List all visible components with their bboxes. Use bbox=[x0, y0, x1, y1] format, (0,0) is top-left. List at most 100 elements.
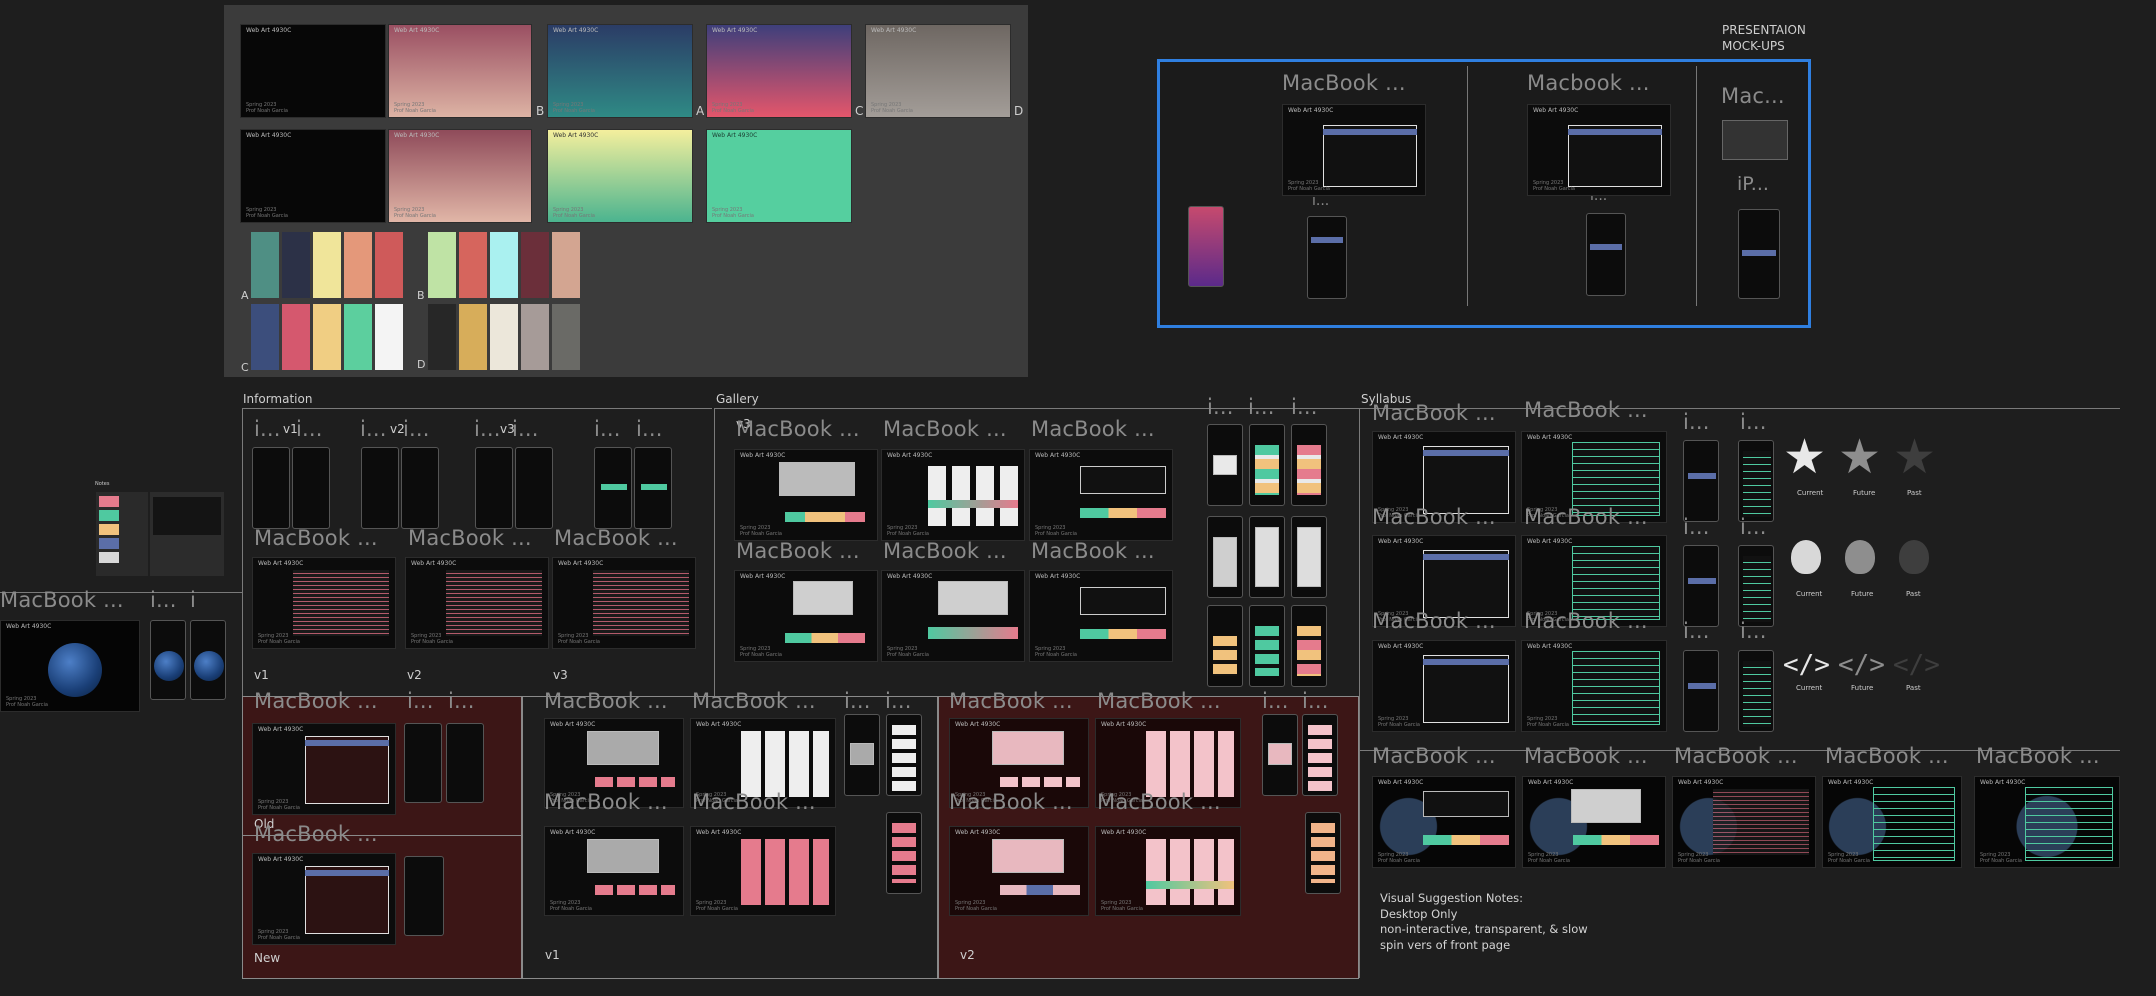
thumb-stack bbox=[1297, 445, 1321, 495]
v2-desktop-4[interactable]: Web Art 4930C Spring 2023 Prof Noah Garc… bbox=[1095, 826, 1241, 916]
syllabus-desktop-5[interactable]: Web Art 4930C Spring 2023 Prof Noah Garc… bbox=[1372, 640, 1516, 732]
syllabus-phone[interactable] bbox=[1738, 440, 1774, 522]
old-phone[interactable] bbox=[404, 723, 442, 803]
earth-desktop-text[interactable]: Web Art 4930C Spring 2023 Prof Noah Garc… bbox=[1672, 776, 1816, 868]
thumb-row bbox=[1000, 777, 1080, 787]
frame-footer: Spring 2023 Prof Noah Garcia bbox=[712, 207, 754, 219]
gallery-phone[interactable] bbox=[1249, 424, 1285, 506]
macbook-label: MacBook ... bbox=[1674, 744, 1798, 768]
old-phone[interactable] bbox=[446, 723, 484, 803]
gallery-phone[interactable] bbox=[1291, 605, 1327, 687]
gallery-phone[interactable] bbox=[1291, 424, 1327, 506]
info-desktop-v3[interactable]: Web Art 4930C Spring 2023 Prof Noah Garc… bbox=[552, 557, 696, 649]
frame-title: Web Art 4930C bbox=[1527, 434, 1573, 441]
table-rows bbox=[1572, 651, 1660, 725]
syllabus-phone[interactable] bbox=[1683, 440, 1719, 522]
notes-preview[interactable] bbox=[152, 496, 222, 536]
v1-desktop-4[interactable]: Web Art 4930C Spring 2023 Prof Noah Garc… bbox=[690, 826, 836, 916]
info-phone-screen[interactable] bbox=[475, 447, 513, 529]
legend-current: Current bbox=[1796, 684, 1823, 692]
earth-phone-screen[interactable] bbox=[150, 620, 186, 700]
text-block bbox=[293, 570, 389, 636]
gallery-phone[interactable] bbox=[1249, 605, 1285, 687]
earth-desktop-syllabus[interactable]: Web Art 4930C Spring 2023 Prof Noah Garc… bbox=[1822, 776, 1962, 868]
gallery-desktop-4[interactable]: Web Art 4930C Spring 2023 Prof Noah Garc… bbox=[734, 570, 878, 662]
gradient-variant-black-2[interactable]: Web Art 4930C Spring 2023 Prof Noah Garci… bbox=[240, 129, 386, 223]
earth-phone-screen[interactable] bbox=[190, 620, 226, 700]
phone-screen[interactable] bbox=[1738, 209, 1780, 299]
info-desktop-v1[interactable]: Web Art 4930C Spring 2023 Prof Noah Garc… bbox=[252, 557, 396, 649]
frame-footer: Spring 2023 Prof Noah Garcia bbox=[1035, 646, 1077, 658]
gradient-variant-rose-2[interactable]: Web Art 4930C Spring 2023 Prof Noah Garci… bbox=[388, 129, 532, 223]
gallery-desktop-1[interactable]: Web Art 4930C Spring 2023 Prof Noah Garc… bbox=[734, 449, 878, 541]
v1-phone[interactable] bbox=[844, 714, 880, 796]
info-phone-screen[interactable] bbox=[401, 447, 439, 529]
v1-phone[interactable] bbox=[886, 812, 922, 894]
phone-screen[interactable] bbox=[1586, 213, 1626, 296]
info-phone-screen[interactable] bbox=[634, 447, 672, 529]
mockup-desktop-screen[interactable]: Web Art 4930C Spring 2023 Prof Noah Garc… bbox=[1282, 104, 1426, 196]
earth-desktop-info[interactable]: Web Art 4930C Spring 2023 Prof Noah Garc… bbox=[1372, 776, 1516, 868]
earth-desktop-syllabus-2[interactable]: Web Art 4930C Spring 2023 Prof Noah Garc… bbox=[1974, 776, 2120, 868]
presentation-selection[interactable] bbox=[1157, 59, 1811, 328]
gradient-variant-teal[interactable]: Web Art 4930C Spring 2023 Prof Noah Garci… bbox=[547, 24, 693, 118]
gradient-variant-lemon[interactable]: Web Art 4930C Spring 2023 Prof Noah Garci… bbox=[547, 129, 693, 223]
gradient-variant-sunset[interactable]: Web Art 4930C Spring 2023 Prof Noah Garci… bbox=[706, 24, 852, 118]
syllabus-phone[interactable] bbox=[1683, 545, 1719, 627]
info-phone-screen[interactable] bbox=[594, 447, 632, 529]
phone-screen[interactable] bbox=[1307, 216, 1347, 299]
syllabus-phone[interactable] bbox=[1738, 650, 1774, 732]
iphone-mockup[interactable] bbox=[1188, 206, 1224, 287]
visual-notes-line: Desktop Only bbox=[1380, 906, 1458, 921]
info-desktop-v2[interactable]: Web Art 4930C Spring 2023 Prof Noah Garc… bbox=[405, 557, 549, 649]
gallery-desktop-5[interactable]: Web Art 4930C Spring 2023 Prof Noah Garc… bbox=[881, 570, 1025, 662]
gallery-phone[interactable] bbox=[1207, 424, 1243, 506]
old-desktop-screen[interactable]: Web Art 4930C Spring 2023 Prof Noah Garc… bbox=[252, 723, 396, 815]
laptop-mockup[interactable] bbox=[1722, 120, 1788, 160]
v1-desktop-3[interactable]: Web Art 4930C Spring 2023 Prof Noah Garc… bbox=[544, 826, 684, 916]
info-phone-screen[interactable] bbox=[515, 447, 553, 529]
code-icon-current: </> bbox=[1783, 650, 1830, 680]
gradient-variant-taupe[interactable]: Web Art 4930C Spring 2023 Prof Noah Garci… bbox=[865, 24, 1011, 118]
v2-desktop-3[interactable]: Web Art 4930C Spring 2023 Prof Noah Garc… bbox=[949, 826, 1089, 916]
gallery-desktop-3[interactable]: Web Art 4930C Spring 2023 Prof Noah Garc… bbox=[1029, 449, 1173, 541]
macbook-label: MacBook ... bbox=[1524, 609, 1648, 633]
frame-title: Web Art 4930C bbox=[696, 829, 742, 836]
new-phone[interactable] bbox=[404, 856, 444, 936]
frame-footer: Spring 2023 Prof Noah Garcia bbox=[1533, 180, 1575, 192]
syllabus-phone[interactable] bbox=[1738, 545, 1774, 627]
v1-phone[interactable] bbox=[886, 714, 922, 796]
info-phone-screen[interactable] bbox=[252, 447, 290, 529]
new-desktop-screen[interactable]: Web Art 4930C Spring 2023 Prof Noah Garc… bbox=[252, 853, 396, 945]
frame-title: Web Art 4930C bbox=[258, 856, 304, 863]
design-canvas[interactable]: Web Art 4930C Spring 2023 Prof Noah Garci… bbox=[0, 0, 2156, 996]
gradient-variant-black[interactable]: Web Art 4930C Spring 2023 Prof Noah Garci… bbox=[240, 24, 386, 118]
macbook-label: MacBook ... bbox=[1031, 417, 1155, 441]
info-phone-screen[interactable] bbox=[361, 447, 399, 529]
syllabus-desktop-6[interactable]: Web Art 4930C Spring 2023 Prof Noah Garc… bbox=[1521, 640, 1667, 732]
gallery-phone[interactable] bbox=[1207, 516, 1243, 598]
gallery-phone[interactable] bbox=[1291, 516, 1327, 598]
v2-phone[interactable] bbox=[1262, 714, 1298, 796]
gallery-desktop-6[interactable]: Web Art 4930C Spring 2023 Prof Noah Garc… bbox=[1029, 570, 1173, 662]
gradient-variant-mint[interactable]: Web Art 4930C Spring 2023 Prof Noah Garci… bbox=[706, 129, 852, 223]
gallery-phone[interactable] bbox=[1249, 516, 1285, 598]
syllabus-phone[interactable] bbox=[1683, 650, 1719, 732]
gradient-variant-rose[interactable]: Web Art 4930C Spring 2023 Prof Noah Garci… bbox=[388, 24, 532, 118]
gallery-lightbox bbox=[992, 731, 1064, 765]
frame-footer: Spring 2023 Prof Noah Garcia bbox=[887, 525, 929, 537]
gallery-phone[interactable] bbox=[1207, 605, 1243, 687]
macbook-label: MacBook ... bbox=[1372, 744, 1496, 768]
earth-desktop-screen[interactable]: Web Art 4930C Spring 2023 Prof Noah Garc… bbox=[0, 620, 140, 712]
v2-phone[interactable] bbox=[1305, 812, 1341, 894]
mockup-desktop-screen[interactable]: Web Art 4930C Spring 2023 Prof Noah Garc… bbox=[1527, 104, 1671, 196]
thumb-row bbox=[1573, 835, 1659, 845]
macbook-label: MacBook ... bbox=[1976, 744, 2100, 768]
v2-phone[interactable] bbox=[1302, 714, 1338, 796]
swatch-d5 bbox=[552, 304, 580, 370]
gallery-desktop-2[interactable]: Web Art 4930C Spring 2023 Prof Noah Garc… bbox=[881, 449, 1025, 541]
swatch-c4 bbox=[344, 304, 372, 370]
earth-desktop-gallery[interactable]: Web Art 4930C Spring 2023 Prof Noah Garc… bbox=[1522, 776, 1666, 868]
info-phone-screen[interactable] bbox=[292, 447, 330, 529]
accent-bar bbox=[1688, 473, 1716, 479]
